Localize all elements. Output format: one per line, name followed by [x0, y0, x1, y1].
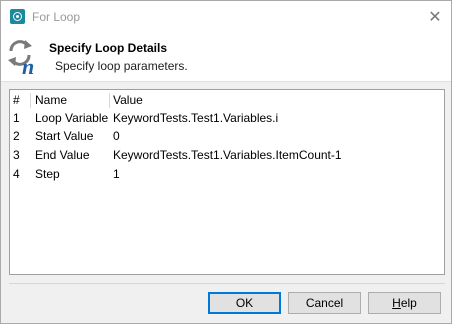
window-title: For Loop	[32, 10, 81, 24]
for-loop-dialog: For Loop ✕ n Specify Loop Details Specif…	[0, 0, 452, 324]
row-number: 3	[13, 148, 20, 162]
grid-row[interactable]: 3 End Value KeywordTests.Test1.Variables…	[10, 146, 444, 165]
help-mnemonic: H	[392, 296, 401, 310]
row-name: Step	[35, 167, 60, 181]
parameters-grid[interactable]: # Name Value 1 Loop Variable KeywordTest…	[9, 89, 445, 275]
loop-n-icon: n	[8, 40, 34, 77]
header-title: Specify Loop Details	[49, 41, 168, 55]
grid-row[interactable]: 1 Loop Variable KeywordTests.Test1.Varia…	[10, 109, 444, 128]
grid-row[interactable]: 2 Start Value 0	[10, 127, 444, 146]
header-subtitle: Specify loop parameters.	[55, 59, 188, 73]
row-number: 4	[13, 167, 20, 181]
row-value[interactable]: KeywordTests.Test1.Variables.ItemCount-1	[113, 146, 342, 165]
row-name: Start Value	[35, 129, 94, 143]
header-band: n Specify Loop Details Specify loop para…	[1, 32, 451, 82]
svg-text:n: n	[22, 54, 34, 77]
column-divider[interactable]	[30, 93, 31, 108]
close-icon[interactable]: ✕	[419, 1, 451, 32]
row-name: Loop Variable	[35, 111, 109, 125]
row-number: 2	[13, 129, 20, 143]
column-divider[interactable]	[109, 93, 110, 108]
help-label: elp	[400, 296, 417, 310]
button-divider	[9, 283, 445, 284]
title-bar: For Loop ✕	[1, 1, 451, 32]
row-name: End Value	[35, 148, 90, 162]
row-value[interactable]: 1	[113, 165, 120, 184]
grid-header-row: # Name Value	[10, 91, 444, 110]
ok-button[interactable]: OK	[208, 292, 281, 314]
row-value[interactable]: KeywordTests.Test1.Variables.i	[113, 109, 278, 128]
app-icon	[10, 9, 25, 24]
column-header-number[interactable]: #	[13, 91, 20, 110]
row-number: 1	[13, 111, 20, 125]
column-header-name[interactable]: Name	[35, 91, 67, 110]
column-header-value[interactable]: Value	[113, 91, 143, 110]
help-button[interactable]: Help	[368, 292, 441, 314]
row-value[interactable]: 0	[113, 127, 120, 146]
cancel-button[interactable]: Cancel	[288, 292, 361, 314]
grid-row[interactable]: 4 Step 1	[10, 165, 444, 184]
